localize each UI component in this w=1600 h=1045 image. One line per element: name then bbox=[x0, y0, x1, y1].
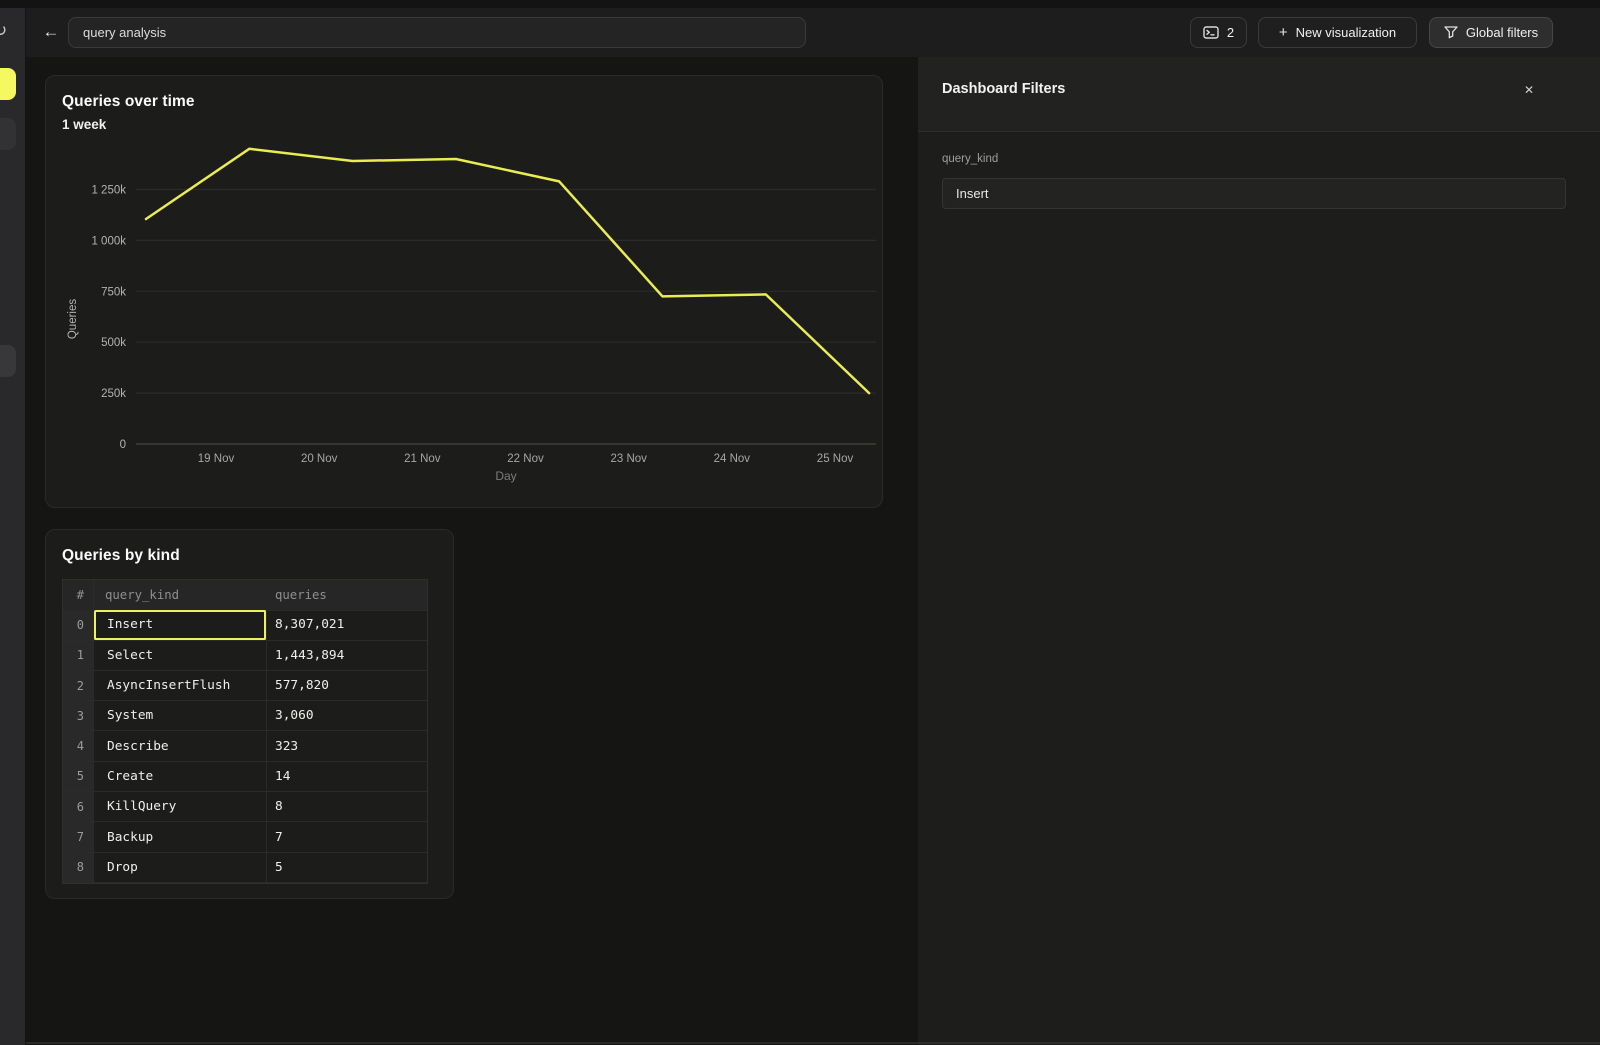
funnel-icon bbox=[1444, 26, 1458, 39]
queries-by-kind-card: Queries by kind #query_kindqueries 0Inser… bbox=[45, 529, 454, 899]
new-visualization-label: New visualization bbox=[1296, 25, 1396, 40]
queries-value-cell[interactable]: 8,307,021 bbox=[267, 610, 427, 640]
row-index-cell: 8 bbox=[63, 853, 94, 883]
query-kind-cell[interactable]: AsyncInsertFlush bbox=[94, 671, 267, 701]
y-axis-tick-label: 250k bbox=[101, 388, 126, 400]
query-kind-cell[interactable]: KillQuery bbox=[94, 792, 267, 822]
dashboard-app: ↻ ← 2 + New visualization Global filters bbox=[0, 0, 1600, 1045]
queries-value-cell[interactable]: 1,443,894 bbox=[267, 641, 427, 671]
queries-value-cell[interactable]: 5 bbox=[267, 853, 427, 883]
window-bottom-edge bbox=[26, 1042, 1600, 1044]
x-axis-tick-label: 20 Nov bbox=[301, 453, 338, 465]
queries-value-cell[interactable]: 7 bbox=[267, 822, 427, 852]
queries-by-kind-table: #query_kindqueries 0Insert8,307,021 1Selec… bbox=[62, 579, 428, 884]
row-index-cell: 2 bbox=[63, 671, 94, 701]
plus-icon: + bbox=[1279, 25, 1288, 40]
topbar: ← 2 + New visualization Global filters bbox=[26, 8, 1600, 57]
y-axis-tick-label: 1 250k bbox=[91, 185, 126, 197]
queries-value-cell[interactable]: 3,060 bbox=[267, 701, 427, 731]
row-index-cell: 1 bbox=[63, 641, 94, 671]
y-axis-tick-label: 0 bbox=[120, 439, 126, 451]
query-kind-filter-input[interactable] bbox=[942, 178, 1566, 209]
console-window-icon bbox=[1203, 26, 1219, 39]
row-index-cell: 3 bbox=[63, 701, 94, 731]
dashboard-title-input[interactable] bbox=[68, 17, 806, 48]
x-axis-label: Day bbox=[495, 469, 516, 483]
x-axis-tick-label: 19 Nov bbox=[198, 453, 235, 465]
query-kind-cell[interactable]: Select bbox=[94, 641, 267, 671]
query-kind-cell[interactable]: Describe bbox=[94, 731, 267, 761]
query-kind-cell[interactable]: Insert bbox=[94, 610, 267, 640]
y-axis-tick-label: 1 000k bbox=[91, 235, 126, 247]
table-title: Queries by kind bbox=[62, 547, 180, 565]
row-index-cell: 6 bbox=[63, 792, 94, 822]
filter-field-label: query_kind bbox=[942, 153, 998, 165]
back-button[interactable]: ← bbox=[36, 16, 66, 47]
row-index-cell: 4 bbox=[63, 731, 94, 761]
console-tabs-button[interactable]: 2 bbox=[1190, 17, 1247, 48]
x-axis-tick-label: 25 Nov bbox=[817, 453, 854, 465]
query-kind-cell[interactable]: Create bbox=[94, 762, 267, 792]
sidebar-item[interactable] bbox=[0, 345, 16, 377]
arrow-left-icon: ← bbox=[43, 22, 60, 42]
query-kind-cell[interactable]: Backup bbox=[94, 822, 267, 852]
refresh-icon[interactable]: ↻ bbox=[0, 22, 7, 39]
sidebar-rail: ↻ bbox=[0, 8, 26, 1045]
console-tabs-count: 2 bbox=[1227, 25, 1234, 40]
queries-series-line bbox=[146, 149, 869, 393]
row-index-cell: 0 bbox=[63, 610, 94, 640]
y-axis-label: Queries bbox=[67, 299, 79, 340]
queries-value-cell[interactable]: 577,820 bbox=[267, 671, 427, 701]
queries-value-cell[interactable]: 323 bbox=[267, 731, 427, 761]
y-axis-tick-label: 500k bbox=[101, 337, 126, 349]
global-filters-button[interactable]: Global filters bbox=[1429, 17, 1553, 48]
queries-value-cell[interactable]: 8 bbox=[267, 792, 427, 822]
x-axis-tick-label: 21 Nov bbox=[404, 453, 441, 465]
queries-over-time-chart[interactable]: 0 250k 500k 750k 1 000k 1 250k Queries 19 Nov 20… bbox=[46, 76, 884, 509]
column-header-query-kind: query_kind bbox=[94, 580, 267, 611]
window-top-strip bbox=[0, 0, 1600, 8]
filters-panel-header: Dashboard Filters ✕ bbox=[918, 57, 1600, 132]
close-panel-button[interactable]: ✕ bbox=[1518, 79, 1540, 101]
y-axis-tick-label: 750k bbox=[101, 286, 126, 298]
query-kind-cell[interactable]: System bbox=[94, 701, 267, 731]
new-visualization-button[interactable]: + New visualization bbox=[1258, 17, 1417, 48]
x-axis-tick-label: 23 Nov bbox=[610, 453, 647, 465]
x-axis-tick-label: 24 Nov bbox=[714, 453, 751, 465]
dashboard-filters-panel: Dashboard Filters ✕ query_kind bbox=[918, 57, 1600, 1045]
sidebar-item[interactable] bbox=[0, 118, 16, 150]
row-index-cell: 7 bbox=[63, 822, 94, 852]
global-filters-label: Global filters bbox=[1466, 25, 1538, 40]
queries-over-time-card: Queries over time 1 week 0250k500k750k1 … bbox=[45, 75, 883, 508]
row-index-cell: 5 bbox=[63, 762, 94, 792]
filters-panel-title: Dashboard Filters bbox=[942, 81, 1065, 97]
column-header-index: # bbox=[63, 580, 94, 611]
close-icon: ✕ bbox=[1524, 83, 1534, 97]
sidebar-item-active[interactable] bbox=[0, 68, 16, 100]
x-axis-tick-label: 22 Nov bbox=[507, 453, 544, 465]
column-header-queries: queries bbox=[267, 580, 427, 611]
queries-value-cell[interactable]: 14 bbox=[267, 762, 427, 792]
main-content: Queries over time 1 week 0250k500k750k1 … bbox=[26, 57, 918, 1045]
query-kind-cell[interactable]: Drop bbox=[94, 853, 267, 883]
